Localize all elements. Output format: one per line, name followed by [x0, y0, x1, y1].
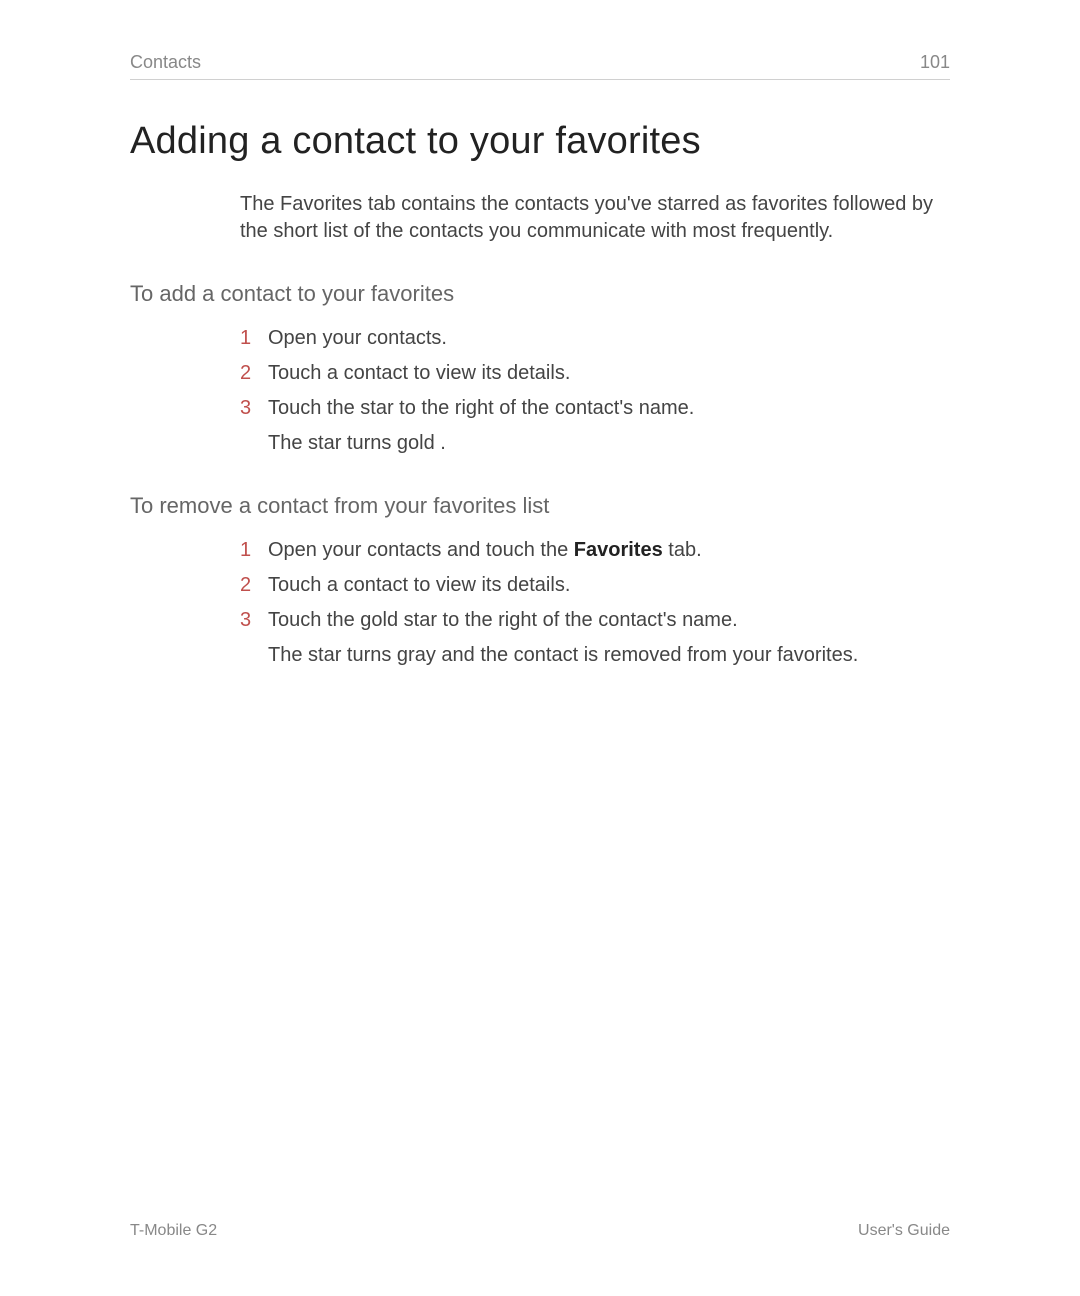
favorites-bold-label: Favorites	[574, 539, 663, 561]
step-text-tail: tab.	[663, 539, 702, 561]
step-text: Open your contacts.	[268, 325, 447, 352]
step-number: 3	[240, 397, 268, 420]
steps-add-favorite: 1 Open your contacts. 2 Touch a contact …	[240, 325, 950, 457]
step-number: 2	[240, 574, 268, 597]
step-text: Touch a contact to view its details.	[268, 360, 570, 387]
step-number: 1	[240, 539, 268, 562]
header-page-number: 101	[920, 52, 950, 73]
steps-remove-favorite: 1 Open your contacts and touch the Favor…	[240, 537, 950, 669]
footer-product-name: T-Mobile G2	[130, 1222, 217, 1240]
page-title: Adding a contact to your favorites	[130, 120, 950, 163]
section-heading-add: To add a contact to your favorites	[130, 281, 950, 307]
step-number: 3	[240, 609, 268, 632]
step-number: 2	[240, 362, 268, 385]
list-item: 3 Touch the star to the right of the con…	[240, 395, 950, 422]
page-header: Contacts 101	[130, 52, 950, 80]
footer-doc-title: User's Guide	[858, 1222, 950, 1240]
list-item: 1 Open your contacts and touch the Favor…	[240, 537, 950, 564]
intro-paragraph: The Favorites tab contains the contacts …	[240, 191, 940, 245]
section-heading-remove: To remove a contact from your favorites …	[130, 493, 950, 519]
page-footer: T-Mobile G2 User's Guide	[130, 1222, 950, 1240]
list-item: 2 Touch a contact to view its details.	[240, 572, 950, 599]
step-text: Touch a contact to view its details.	[268, 572, 570, 599]
step-subtext: The star turns gray and the contact is r…	[268, 642, 950, 669]
list-item: 3 Touch the gold star to the right of th…	[240, 607, 950, 634]
step-text: Touch the star to the right of the conta…	[268, 395, 694, 422]
step-subtext: The star turns gold .	[268, 430, 950, 457]
step-text: Open your contacts and touch the Favorit…	[268, 537, 702, 564]
list-item: 1 Open your contacts.	[240, 325, 950, 352]
step-number: 1	[240, 327, 268, 350]
header-section-name: Contacts	[130, 52, 201, 73]
step-text-lead: Open your contacts and touch the	[268, 539, 574, 561]
step-text: Touch the gold star to the right of the …	[268, 607, 738, 634]
list-item: 2 Touch a contact to view its details.	[240, 360, 950, 387]
